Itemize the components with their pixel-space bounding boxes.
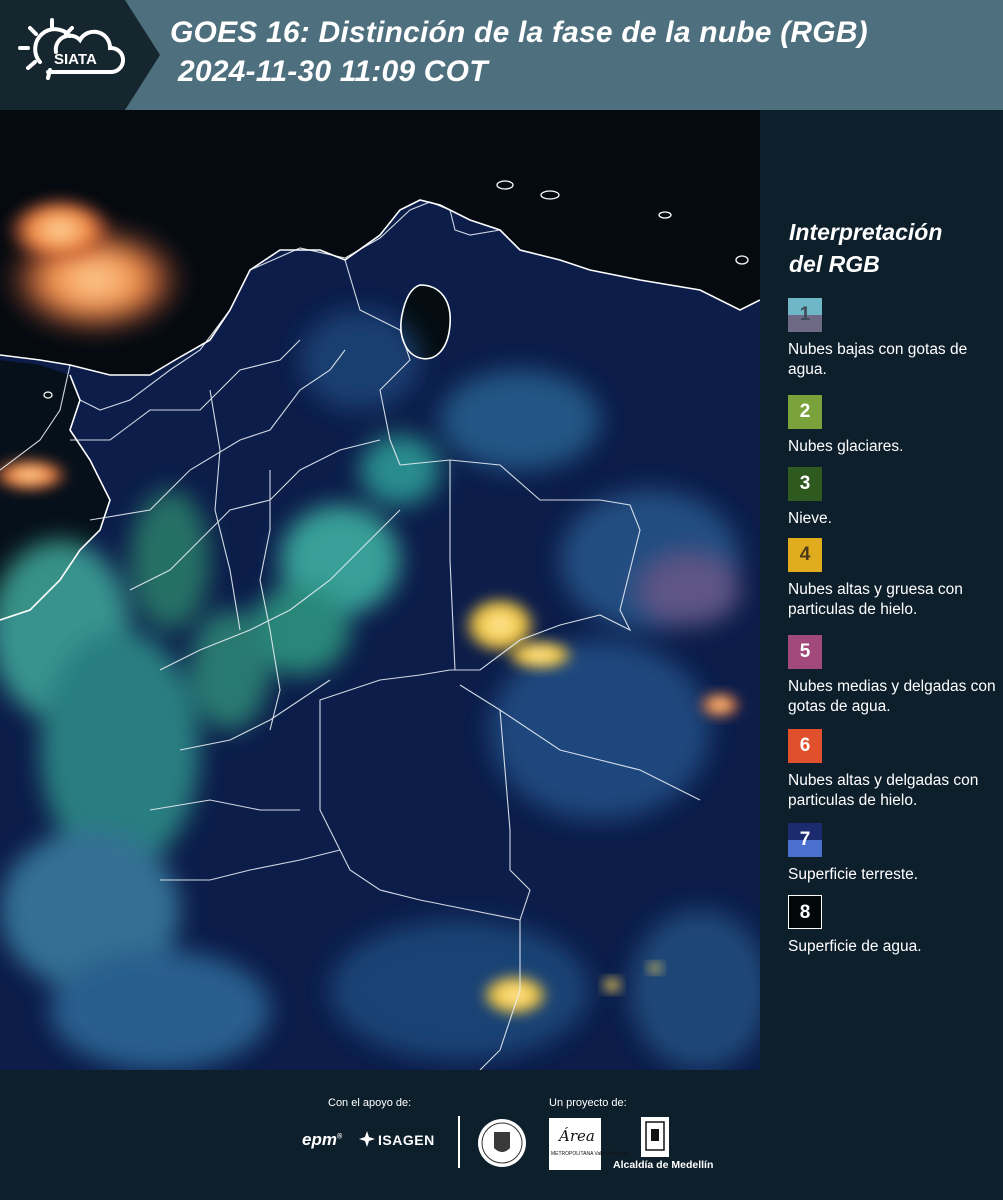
legend-label-8: Superficie de agua. xyxy=(788,938,922,955)
legend-label-5: Nubes medias y delgadas con gotas de agu… xyxy=(788,678,996,715)
alcaldia-shield-icon xyxy=(641,1117,669,1157)
legend-item-7: 7 Superficie terreste. xyxy=(788,823,1000,885)
legend-swatch-2: 2 xyxy=(788,395,822,429)
footer: Con el apoyo de: Un proyecto de: epm® IS… xyxy=(0,1070,1003,1200)
legend-item-8: 8 Superficie de agua. xyxy=(788,895,1000,957)
legend-item-6: 6 Nubes altas y delgadas con particulas … xyxy=(788,729,1000,811)
legend-panel: Interpretación del RGB 1 Nubes bajas con… xyxy=(762,110,1003,1070)
title-line-1: GOES 16: Distinción de la fase de la nub… xyxy=(170,16,868,49)
legend-item-2: 2 Nubes glaciares. xyxy=(788,395,1000,457)
isagen-logo: ISAGEN xyxy=(378,1132,435,1148)
legend-label-1: Nubes bajas con gotas de agua. xyxy=(788,341,968,378)
satellite-map xyxy=(0,110,760,1070)
isagen-icon xyxy=(359,1131,375,1147)
legend-label-2: Nubes glaciares. xyxy=(788,438,904,455)
footer-divider xyxy=(458,1116,460,1168)
legend-item-5: 5 Nubes medias y delgadas con gotas de a… xyxy=(788,635,1000,717)
legend-item-4: 4 Nubes altas y gruesa con particulas de… xyxy=(788,538,1000,620)
legend-swatch-6: 6 xyxy=(788,729,822,763)
alcaldia-medellin-label: Alcaldía de Medellín xyxy=(613,1159,714,1171)
epm-logo: epm® xyxy=(302,1130,343,1149)
legend-label-3: Nieve. xyxy=(788,510,832,527)
university-seal-icon xyxy=(478,1119,526,1167)
legend-swatch-1: 1 xyxy=(788,298,822,332)
header-bar: SIATA GOES 16: Distinción de la fase de … xyxy=(0,0,1003,110)
legend-swatch-3: 3 xyxy=(788,467,822,501)
legend-label-7: Superficie terreste. xyxy=(788,866,919,883)
legend-label-4: Nubes altas y gruesa con particulas de h… xyxy=(788,581,963,618)
support-label: Con el apoyo de: xyxy=(328,1097,412,1109)
legend-title-line-2: del RGB xyxy=(789,251,880,277)
legend-title-line-1: Interpretación xyxy=(789,219,943,245)
legend-title: Interpretación del RGB xyxy=(789,216,999,280)
area-metropolitana-logo: Área METROPOLITANA Valle de Aburrá xyxy=(549,1118,628,1170)
legend-swatch-7: 7 xyxy=(788,823,822,857)
legend-swatch-8: 8 xyxy=(788,895,822,929)
legend-label-6: Nubes altas y delgadas con particulas de… xyxy=(788,772,979,809)
project-label: Un proyecto de: xyxy=(549,1097,627,1109)
legend-item-3: 3 Nieve. xyxy=(788,467,1000,529)
legend-swatch-4: 4 xyxy=(788,538,822,572)
legend-swatch-5: 5 xyxy=(788,635,822,669)
svg-text:SIATA: SIATA xyxy=(54,51,97,68)
legend-item-1: 1 Nubes bajas con gotas de agua. xyxy=(788,298,1000,380)
title-line-2: 2024-11-30 11:09 COT xyxy=(178,55,488,88)
siata-logo-panel: SIATA xyxy=(0,0,160,110)
